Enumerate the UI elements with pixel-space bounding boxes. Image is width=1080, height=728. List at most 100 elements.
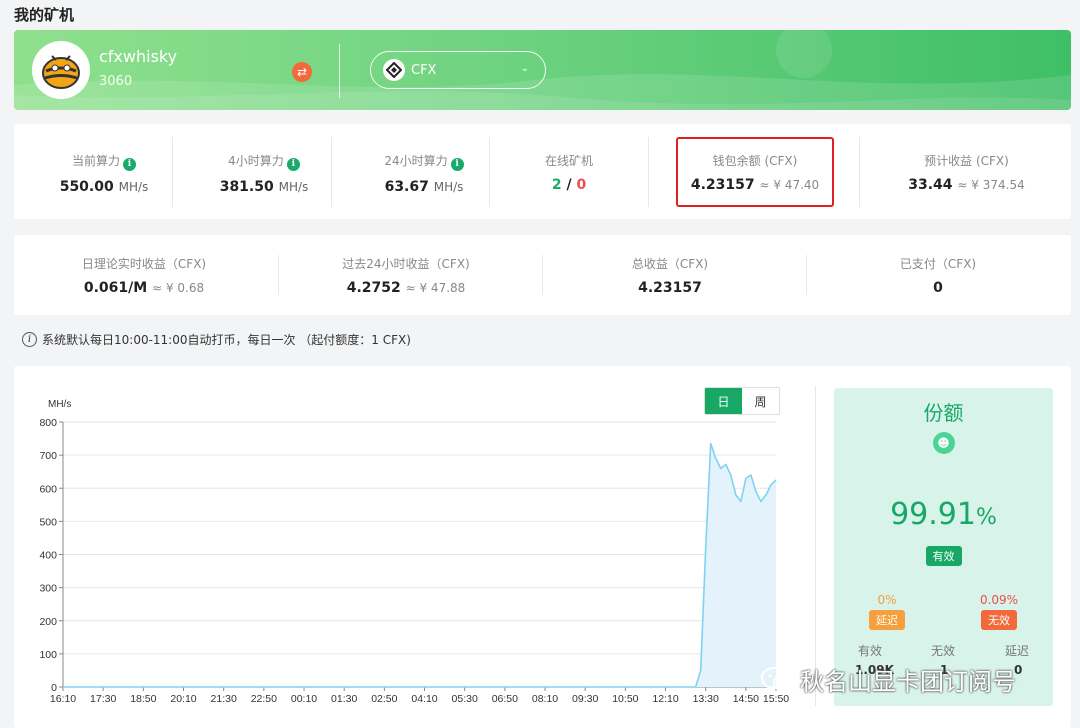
x-tick-label: 16:10 xyxy=(50,693,76,705)
x-tick-label: 10:50 xyxy=(612,693,638,705)
percent-sign: % xyxy=(975,505,997,530)
separator-slash: / xyxy=(566,177,572,193)
stat-label: 在线矿机 xyxy=(544,154,593,168)
divider xyxy=(339,44,340,98)
stat-label: 当前算力 xyxy=(71,154,120,168)
stat-past-24h: 过去24小时收益（CFX) 4.2752 ≈ ¥ 47.88 xyxy=(306,255,506,296)
info-icon[interactable]: i xyxy=(123,158,136,171)
hashrate-chart: MH/s010020030040050060070080016:10 17:30 1… xyxy=(39,399,789,705)
x-tick-label: 17:30 xyxy=(90,693,116,705)
stat-unit: MH/s xyxy=(118,180,149,194)
x-tick-label: 12:10 xyxy=(652,693,678,705)
switch-account-icon[interactable]: ⇄ xyxy=(292,62,312,82)
tab-day[interactable]: 日 xyxy=(705,388,742,414)
divider xyxy=(172,137,173,207)
stat-approx: ≈ ¥ 0.68 xyxy=(152,281,205,295)
stat-paid: 已支付（CFX) 0 xyxy=(838,255,1038,296)
miner-banner: cfxwhisky 3060 ⇄ CFX ⌄ xyxy=(14,30,1071,110)
valid-share-percent: 99.91% xyxy=(834,497,1053,532)
series-area xyxy=(63,443,776,687)
stat-24h-hashrate: 24小时算力 i 63.67 MH/s xyxy=(354,152,494,195)
y-tick-label: 300 xyxy=(39,583,57,595)
payout-notice: i 系统默认每日10:00-11:00自动打币，每日一次 （起付额度：1 CFX… xyxy=(22,331,411,348)
page-title: 我的矿机 xyxy=(14,6,75,24)
info-icon[interactable]: i xyxy=(286,158,300,171)
device-name: 3060 xyxy=(99,74,133,89)
period-tabs: 日 周 xyxy=(704,387,780,415)
y-axis-label: MH/s xyxy=(48,399,71,410)
x-tick-label: 05:30 xyxy=(452,693,478,705)
stat-total-earnings: 总收益（CFX) 4.23157 xyxy=(570,255,770,296)
stat-online-miners: 在线矿机 2 / 0 xyxy=(509,152,629,193)
delay-percent: 0% xyxy=(877,593,897,607)
share-panel: 份额 ☻ 99.91% 有效 0% 延迟 0.09% 无效 有效 无效 延迟 1… xyxy=(834,388,1053,706)
divider xyxy=(489,137,490,207)
hashrate-stats-card: 当前算力 i 550.00 MH/s 4小时算力 i 381.50 MH/s 24小… xyxy=(14,124,1071,219)
x-tick-label: 14:50 xyxy=(733,693,759,705)
y-tick-label: 600 xyxy=(39,483,57,495)
x-tick-label: 09:30 xyxy=(572,693,598,705)
chevron-down-icon: ⌄ xyxy=(520,63,529,74)
divider xyxy=(648,137,649,207)
stat-label: 总收益（CFX) xyxy=(631,257,709,271)
stat-value: 4.2752 xyxy=(346,280,401,296)
divider xyxy=(278,255,279,295)
stat-label: 24小时算力 xyxy=(384,154,448,168)
username: cfxwhisky xyxy=(99,47,178,66)
y-tick-label: 400 xyxy=(39,550,57,562)
divider xyxy=(331,137,332,207)
stat-value: 550.00 xyxy=(59,179,114,195)
stat-estimated-earnings: 预计收益 (CFX) 33.44 ≈ ¥ 374.54 xyxy=(879,152,1054,193)
x-tick-label: 13:30 xyxy=(693,693,719,705)
stat-label: 预计收益 (CFX) xyxy=(924,154,1009,168)
payout-notice-text: 系统默认每日10:00-11:00自动打币，每日一次 （起付额度：1 CFX) xyxy=(42,333,411,347)
stat-value: 0 xyxy=(933,280,943,296)
wechat-icon xyxy=(761,666,795,692)
stat-value: 4.23157 xyxy=(638,280,702,296)
x-tick-label: 01:30 xyxy=(331,693,357,705)
delay-badge: 延迟 xyxy=(869,610,905,630)
tab-week[interactable]: 周 xyxy=(742,388,779,414)
invalid-share: 0.09% 无效 xyxy=(974,593,1024,630)
x-tick-label: 22:50 xyxy=(251,693,277,705)
stat-4h-hashrate: 4小时算力 i 381.50 MH/s xyxy=(194,152,334,195)
watermark: 秋名山显卡团订阅号 xyxy=(760,662,1016,697)
y-tick-label: 500 xyxy=(39,516,57,528)
label-delay: 延迟 xyxy=(1005,644,1030,658)
info-circle-icon: i xyxy=(22,332,37,347)
smile-icon: ☻ xyxy=(932,432,955,454)
bee-avatar-icon xyxy=(42,55,80,89)
stat-unit: MH/s xyxy=(278,180,309,194)
stat-value: 63.67 xyxy=(384,179,429,195)
avatar[interactable] xyxy=(32,41,90,99)
series-line xyxy=(63,442,777,688)
coin-select[interactable]: CFX ⌄ xyxy=(370,51,546,89)
label-valid: 有效 xyxy=(858,644,883,658)
earnings-stats-card: 日理论实时收益（CFX) 0.061/M ≈ ¥ 0.68 过去24小时收益（C… xyxy=(14,235,1071,315)
stat-label: 已支付（CFX) xyxy=(899,257,977,271)
y-tick-label: 700 xyxy=(39,450,57,462)
coin-select-value: CFX xyxy=(411,62,437,78)
stat-approx: ≈ ¥ 47.88 xyxy=(405,281,466,295)
x-tick-label: 18:50 xyxy=(130,693,156,705)
divider xyxy=(806,255,807,295)
online-count: 2 xyxy=(551,177,562,193)
info-icon[interactable]: i xyxy=(450,158,464,171)
stat-value: 33.44 xyxy=(908,177,953,193)
stat-label: 日理论实时收益（CFX) xyxy=(81,257,207,271)
divider xyxy=(542,255,543,295)
invalid-percent: 0.09% xyxy=(979,593,1019,607)
delay-share: 0% 延迟 xyxy=(867,593,907,630)
y-tick-label: 100 xyxy=(39,649,57,661)
y-tick-label: 800 xyxy=(39,417,57,429)
stat-label: 过去24小时收益（CFX) xyxy=(342,257,470,271)
cfx-logo-icon xyxy=(383,59,405,81)
stat-value: 0.061/M xyxy=(83,280,148,296)
stat-value: 381.50 xyxy=(219,179,274,195)
stat-current-hashrate: 当前算力 i 550.00 MH/s xyxy=(34,152,174,195)
valid-share-percent-value: 99.91 xyxy=(890,497,976,532)
divider xyxy=(859,137,860,207)
stat-label: 4小时算力 xyxy=(228,154,284,168)
x-tick-label: 00:10 xyxy=(291,693,317,705)
stat-daily-theoretical: 日理论实时收益（CFX) 0.061/M ≈ ¥ 0.68 xyxy=(44,255,244,296)
